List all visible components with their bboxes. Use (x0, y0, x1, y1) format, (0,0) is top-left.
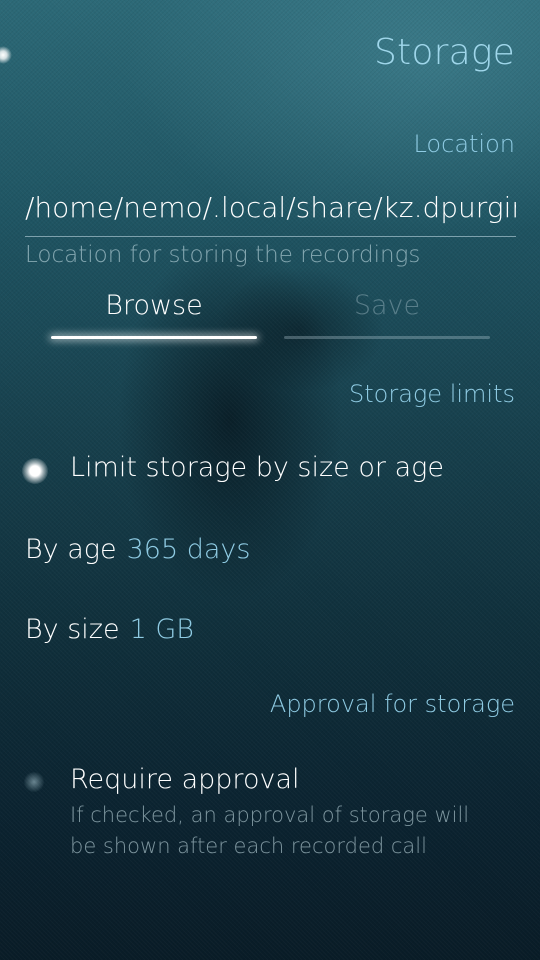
by-age-label: By age (25, 534, 117, 565)
section-header-approval: Approval for storage (269, 690, 515, 718)
section-header-location: Location (413, 130, 515, 158)
by-size-label: By size (25, 614, 120, 645)
limit-storage-switch[interactable]: Limit storage by size or age (0, 440, 540, 504)
require-approval-description: If checked, an approval of storage will … (70, 803, 470, 858)
save-button-label: Save (353, 290, 421, 321)
pulley-indicator (0, 46, 12, 64)
switch-on-icon (22, 458, 48, 484)
limit-storage-switch-label: Limit storage by size or age (70, 452, 444, 483)
section-header-storage-limits: Storage limits (349, 380, 515, 408)
location-path-field[interactable]: /home/nemo/.local/share/kz.dpurgin/ (25, 188, 516, 237)
require-approval-switch[interactable]: Require approval If checked, an approval… (0, 750, 540, 870)
browse-button-underline (51, 336, 257, 339)
switch-off-icon (24, 772, 44, 792)
by-age-value: 365 days (126, 534, 251, 565)
save-button[interactable]: Save (284, 285, 490, 343)
location-path-description: Location for storing the recordings (25, 242, 421, 268)
save-button-underline (284, 336, 490, 339)
by-age-combo[interactable]: By age 365 days (25, 534, 250, 565)
browse-button[interactable]: Browse (51, 285, 257, 343)
require-approval-switch-label: Require approval (70, 764, 300, 795)
page-title: Storage (373, 32, 515, 73)
browse-button-label: Browse (105, 290, 203, 321)
location-path-value: /home/nemo/.local/share/kz.dpurgin/ (25, 191, 516, 224)
by-size-combo[interactable]: By size 1 GB (25, 614, 194, 645)
by-size-value: 1 GB (129, 614, 194, 645)
